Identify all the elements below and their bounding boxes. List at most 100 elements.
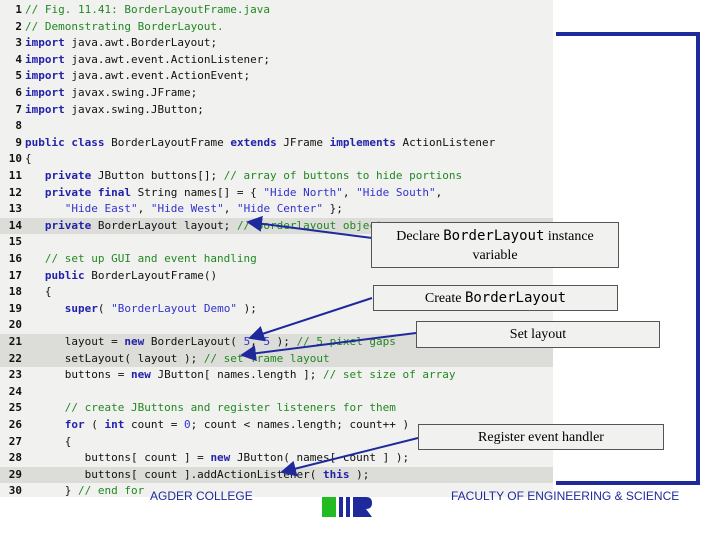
code-line: 17 public BorderLayoutFrame() [0,268,217,285]
code-line: 22 setLayout( layout ); // set frame lay… [0,351,330,368]
code-token: int [104,418,125,431]
code-token: java.awt.event.ActionEvent; [64,69,251,83]
callout-set-layout: Set layout [416,321,660,348]
code-token: this [323,467,350,481]
code-line: 25 // create JButtons and register liste… [0,400,396,417]
line-number: 1 [15,3,22,16]
footer-faculty-name: FACULTY OF ENGINEERING & SCIENCE [451,489,680,503]
code-token: buttons[ count ].addActionListener( [25,467,324,481]
code-token: // borderlayout object [236,218,383,232]
code-token: private final [25,185,131,199]
code-token: { [25,434,72,448]
code-token: { [25,152,32,166]
code-line: 11 private JButton buttons[]; // array o… [0,168,462,185]
code-line: 14 private BorderLayout layout; // borde… [0,218,383,235]
code-token: JFrame [276,135,330,149]
line-number: 21 [8,335,22,348]
callout-declare-text-2: instance [544,229,594,244]
code-token: , [342,185,357,199]
code-token: } [25,484,78,498]
line-number: 18 [8,285,22,299]
code-line: 24 [0,384,25,401]
line-number: 16 [8,252,22,265]
code-token: ; count < names.length; count++ ) [190,418,410,431]
code-line: 1// Fig. 11.41: BorderLayoutFrame.java [0,2,270,19]
line-number: 29 [8,467,22,481]
code-token: "Hide Center" [236,202,324,216]
code-token: BorderLayoutFrame() [84,268,218,282]
code-token: ); [270,335,297,348]
code-line: 12 private final String names[] = { "Hid… [0,185,443,202]
code-line: 2// Demonstrating BorderLayout. [0,19,223,36]
line-number: 17 [8,268,22,282]
code-token: "Hide South" [356,185,436,199]
code-line: 30 } // end for [0,483,144,500]
code-token: javax.swing.JButton; [64,102,204,116]
line-number: 26 [8,418,22,431]
callout-declare-text-3: variable [472,248,518,263]
line-number: 12 [8,185,22,199]
code-line: 5 import java.awt.event.ActionEvent; [0,68,250,85]
college-logo [322,489,374,517]
code-line: 20 [0,317,25,334]
code-line: 4 import java.awt.event.ActionListener; [0,52,270,69]
code-token: new [130,368,151,382]
code-token: new [210,451,231,465]
line-number: 5 [15,69,22,83]
code-token: import [25,86,65,99]
callout-declare-class: BorderLayout [443,228,545,244]
code-token: JButton[ names.length ]; [150,368,324,382]
callout-set-layout-text: Set layout [509,327,567,342]
code-token: for [25,418,85,431]
code-line: 26 for ( int count = 0; count < names.le… [0,417,409,434]
code-line: 23 buttons = new JButton[ names.length ]… [0,367,456,384]
code-token: { [25,285,52,299]
code-token: private [25,169,92,182]
line-number: 27 [8,434,22,448]
line-number: 15 [8,235,22,249]
line-number: 23 [8,368,22,382]
callout-create-text: Create [424,291,465,306]
code-token: java.awt.event.ActionListener; [64,52,271,66]
code-token: import [25,52,65,66]
callout-register-text: Register event handler [478,430,604,445]
line-number: 30 [8,484,22,498]
footer-college-name: AGDER COLLEGE [150,489,253,503]
code-token: javax.swing.JFrame; [64,86,198,99]
code-line: 13 "Hide East", "Hide West", "Hide Cente… [0,201,343,218]
code-token: , [223,202,237,216]
code-token: // set up GUI and event handling [25,252,257,265]
code-token: ); [236,301,257,315]
code-token: BorderLayout layout; [91,218,237,232]
callout-register: Register event handler [418,424,664,450]
code-token: "BorderLayout Demo" [111,301,237,315]
code-token: ( [84,418,105,431]
code-token: // Fig. 11.41: BorderLayoutFrame.java [25,3,271,16]
line-number: 20 [8,318,22,332]
code-token: public [25,268,85,282]
code-line: 3 import java.awt.BorderLayout; [0,35,217,52]
code-line: 29 buttons[ count ].addActionListener( t… [0,467,370,484]
code-token: JButton( names[ count ] ); [230,451,410,465]
code-token: extends [230,135,277,149]
code-line: 27 { [0,434,72,451]
code-token: buttons[ count ] = [25,451,211,465]
line-number: 9 [15,135,22,149]
line-number: 28 [8,451,22,465]
code-token: private [25,218,92,232]
code-line: 10{ [0,151,32,168]
code-token: // 5 pixel gaps [296,335,396,348]
code-token: new [124,335,145,348]
line-number: 3 [15,36,22,50]
code-token: , [137,202,151,216]
code-token: JButton buttons[]; [91,169,224,182]
code-token: ActionListener [395,135,496,149]
code-line: 19 super( "BorderLayout Demo" ); [0,301,257,318]
code-token: 0 [183,418,191,431]
line-number: 14 [8,218,22,232]
code-token: , [250,335,264,348]
code-token: import [25,69,65,83]
code-token: buttons = [25,368,131,382]
code-token: public class [25,135,105,149]
line-number: 24 [8,384,22,398]
